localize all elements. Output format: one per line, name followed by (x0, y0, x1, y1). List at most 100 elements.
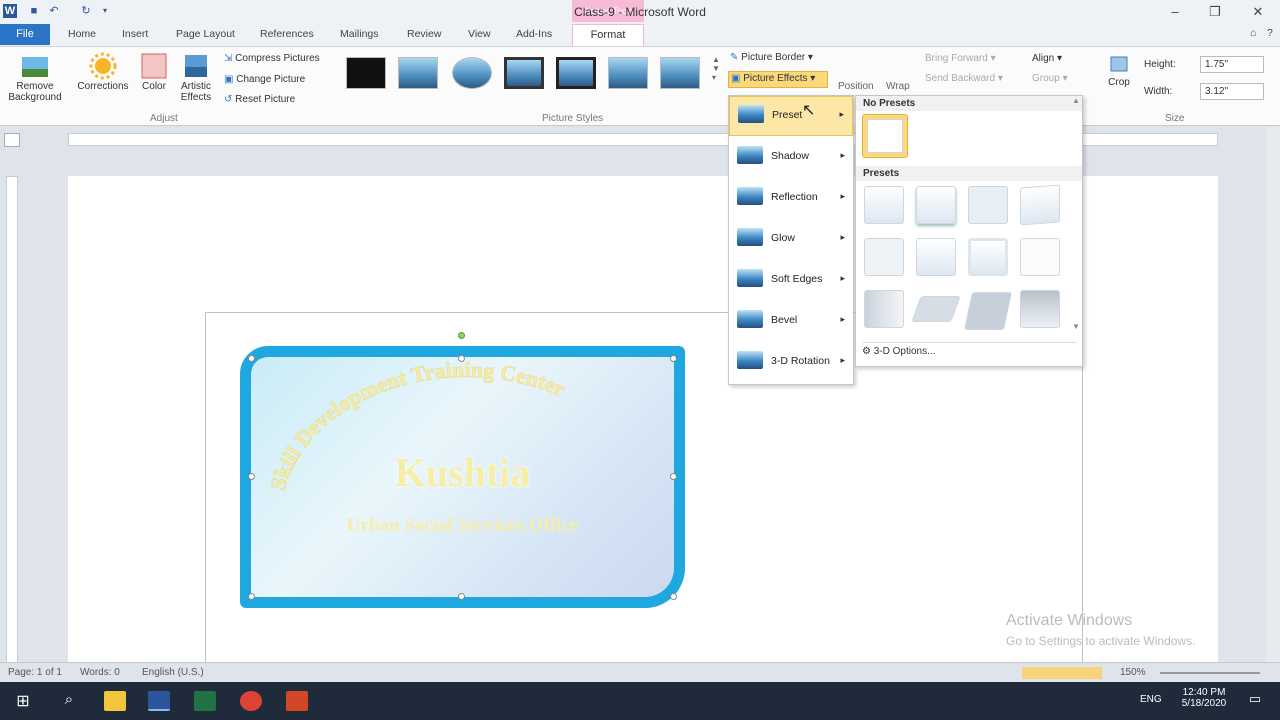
word-taskbar-icon[interactable] (148, 691, 170, 711)
picture-effects-button[interactable]: ▣ Picture Effects ▾ (728, 71, 828, 88)
preset-swatch[interactable] (968, 238, 1008, 276)
3d-options-icon: ⚙ (862, 346, 871, 357)
resize-handle[interactable] (248, 355, 255, 362)
activate-windows-subtitle: Go to Settings to activate Windows. (1006, 634, 1196, 648)
tab-insert[interactable]: Insert (122, 28, 148, 40)
tab-references[interactable]: References (260, 28, 314, 40)
zoom-slider[interactable] (1160, 672, 1260, 674)
resize-handle[interactable] (458, 355, 465, 362)
menu-item-3d-rotation[interactable]: 3-D Rotation ▸ (729, 343, 853, 383)
position-button[interactable]: Position (838, 81, 874, 92)
word-count[interactable]: Words: 0 (80, 667, 120, 678)
input-language[interactable]: ENG (1140, 694, 1162, 705)
send-backward-button[interactable]: Send Backward ▾ (925, 73, 1003, 84)
preset-swatch[interactable] (1020, 184, 1060, 226)
submenu-scroll-icon[interactable]: ▼ (1072, 322, 1080, 331)
preset-swatch[interactable] (968, 186, 1008, 224)
resize-handle[interactable] (458, 593, 465, 600)
tab-mailings[interactable]: Mailings (340, 28, 379, 40)
file-explorer-icon[interactable] (104, 691, 126, 711)
preset-swatch[interactable] (916, 186, 956, 224)
tab-format[interactable]: Format (572, 24, 644, 46)
submenu-scroll-up-icon[interactable]: ▲ (1072, 96, 1080, 105)
picture-style-thumb[interactable] (346, 57, 386, 89)
preset-swatch[interactable] (963, 292, 1013, 330)
minimize-icon[interactable]: – (1160, 4, 1190, 20)
resize-handle[interactable] (670, 473, 677, 480)
3d-options-button[interactable]: ⚙ 3-D Options... (862, 346, 935, 357)
height-input[interactable]: 1.75" (1200, 56, 1264, 73)
preset-swatch[interactable] (916, 238, 956, 276)
width-input[interactable]: 3.12" (1200, 83, 1264, 100)
picture-style-thumb[interactable] (452, 57, 492, 89)
menu-item-soft-edges[interactable]: Soft Edges ▸ (729, 261, 853, 301)
picture-style-thumb[interactable] (556, 57, 596, 89)
color-button[interactable]: Color (136, 51, 172, 92)
restore-icon[interactable]: ❐ (1200, 4, 1230, 20)
menu-item-preset[interactable]: Preset ▸ (729, 96, 853, 136)
preset-swatch[interactable] (1020, 290, 1060, 328)
resize-handle[interactable] (248, 593, 255, 600)
chrome-icon[interactable] (240, 691, 262, 711)
menu-item-label: Bevel (771, 314, 798, 326)
gallery-scroll-icon[interactable]: ▲ ▼ ▾ (712, 55, 720, 82)
close-icon[interactable]: ✕ (1243, 4, 1273, 20)
notification-icon[interactable]: ▭ (1244, 691, 1266, 711)
vertical-scrollbar[interactable] (1266, 127, 1280, 662)
preset-swatch[interactable] (864, 238, 904, 276)
help-icon[interactable]: ⌂ (1250, 27, 1256, 39)
menu-item-shadow[interactable]: Shadow ▸ (729, 138, 853, 178)
ribbon-collapse-icon[interactable]: ? (1267, 27, 1273, 39)
vertical-ruler[interactable] (6, 176, 18, 666)
powerpoint-icon[interactable] (286, 691, 308, 711)
rotate-handle[interactable] (458, 332, 465, 339)
tab-home[interactable]: Home (68, 28, 96, 40)
preset-swatch[interactable] (1020, 238, 1060, 276)
tab-selector[interactable] (4, 133, 20, 147)
tab-file[interactable]: File (0, 24, 50, 45)
view-buttons[interactable] (1022, 667, 1102, 679)
selected-picture[interactable]: Skill Development Training Center Kushti… (240, 346, 685, 608)
sun-icon (89, 52, 117, 80)
reset-picture-button[interactable]: ↺ Reset Picture (224, 94, 295, 105)
preset-swatch[interactable] (864, 186, 904, 224)
menu-item-glow[interactable]: Glow ▸ (729, 220, 853, 260)
clock[interactable]: 12:40 PM 5/18/2020 (1176, 687, 1232, 709)
language-indicator[interactable]: English (U.S.) (142, 667, 204, 678)
page-count[interactable]: Page: 1 of 1 (8, 667, 62, 678)
preset-swatch[interactable] (911, 296, 961, 322)
tab-page-layout[interactable]: Page Layout (176, 28, 235, 40)
soft-edges-icon (737, 269, 763, 287)
resize-handle[interactable] (248, 473, 255, 480)
tab-review[interactable]: Review (407, 28, 441, 40)
change-picture-button[interactable]: ▣ Change Picture (224, 74, 305, 85)
zoom-level[interactable]: 150% (1120, 667, 1146, 678)
crop-button[interactable]: Crop (1102, 53, 1136, 88)
resize-handle[interactable] (670, 355, 677, 362)
excel-icon[interactable] (194, 691, 216, 711)
align-button[interactable]: Align ▾ (1032, 53, 1062, 64)
group-picture-styles-label: Picture Styles (542, 113, 604, 124)
picture-style-thumb[interactable] (660, 57, 700, 89)
wrap-text-button[interactable]: Wrap (886, 81, 910, 92)
resize-handle[interactable] (670, 593, 677, 600)
tab-add-ins[interactable]: Add-Ins (516, 28, 552, 40)
remove-background-button[interactable]: Remove Background (4, 51, 66, 103)
menu-item-reflection[interactable]: Reflection ▸ (729, 179, 853, 219)
picture-style-thumb[interactable] (608, 57, 648, 89)
picture-border-button[interactable]: ✎ Picture Border ▾ (730, 52, 813, 63)
tab-view[interactable]: View (468, 28, 491, 40)
artistic-effects-button[interactable]: Artistic Effects (174, 51, 218, 103)
picture-style-thumb[interactable] (504, 57, 544, 89)
search-icon[interactable]: ⌕ (58, 691, 80, 711)
compress-pictures-button[interactable]: ⇲ Compress Pictures (224, 53, 320, 64)
picture-style-thumb[interactable] (398, 57, 438, 89)
corrections-button[interactable]: Corrections (74, 51, 132, 92)
no-preset-swatch[interactable] (862, 114, 908, 158)
start-icon[interactable]: ⊞ (12, 691, 34, 711)
preset-swatch[interactable] (864, 290, 904, 328)
menu-item-bevel[interactable]: Bevel ▸ (729, 302, 853, 342)
group-button[interactable]: Group ▾ (1032, 73, 1068, 84)
bring-forward-button[interactable]: Bring Forward ▾ (925, 53, 996, 64)
status-bar: Page: 1 of 1 Words: 0 English (U.S.) 150… (0, 662, 1280, 682)
